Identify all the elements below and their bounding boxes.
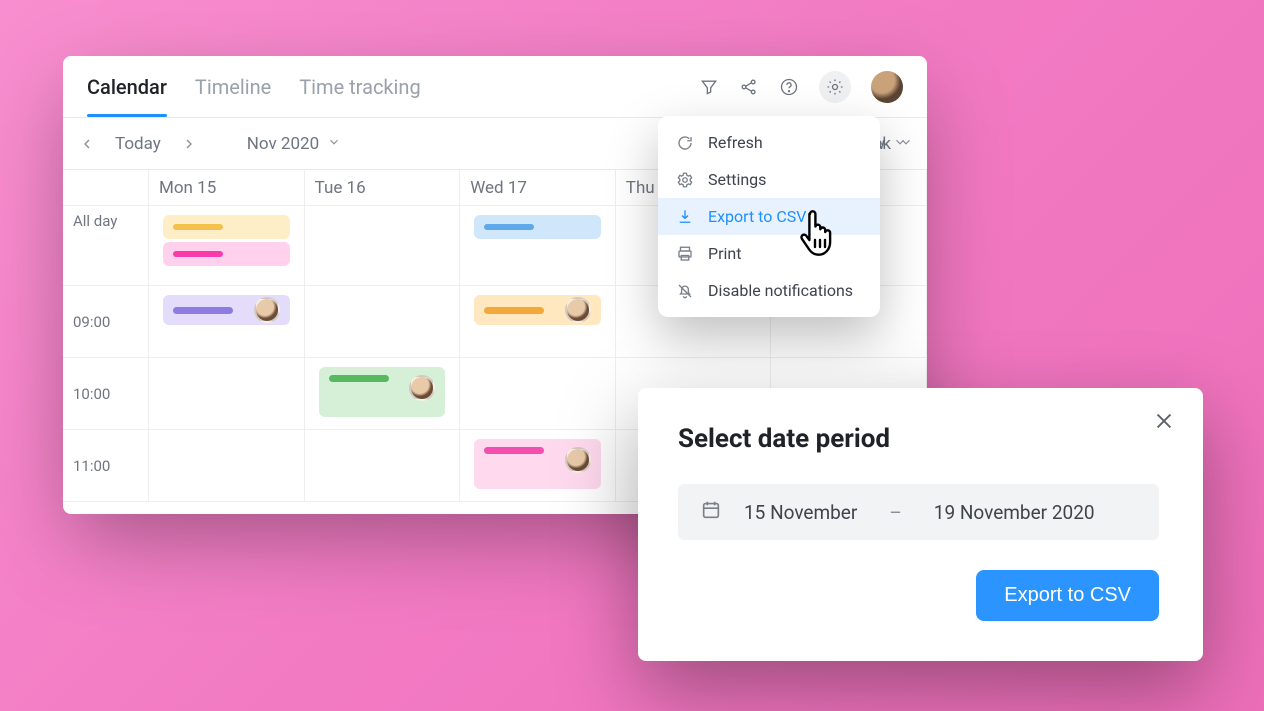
tabs-header: Calendar Timeline Time tracking xyxy=(63,56,927,118)
event-09-purple[interactable] xyxy=(163,295,290,325)
menu-settings-label: Settings xyxy=(708,170,766,189)
menu-print-label: Print xyxy=(708,244,741,263)
bell-off-icon xyxy=(676,282,694,300)
row-11-label: 11:00 xyxy=(63,430,149,502)
menu-settings[interactable]: Settings xyxy=(658,161,880,198)
event-avatar xyxy=(409,375,435,401)
modal-title: Select date period xyxy=(678,424,1159,454)
user-avatar[interactable] xyxy=(871,71,903,103)
slot-11-wed[interactable] xyxy=(460,430,616,502)
close-icon[interactable] xyxy=(1153,410,1181,438)
slot-09-wed[interactable] xyxy=(460,286,616,358)
slot-10-mon[interactable] xyxy=(149,358,305,430)
date-from: 15 November xyxy=(744,501,857,524)
event-09-orange[interactable] xyxy=(474,295,601,325)
tabs: Calendar Timeline Time tracking xyxy=(87,57,421,117)
slot-09-tue[interactable] xyxy=(305,286,461,358)
slot-10-tue[interactable] xyxy=(305,358,461,430)
gear-icon[interactable] xyxy=(819,71,851,103)
export-modal: Select date period 15 November – 19 Nove… xyxy=(638,388,1203,661)
tab-calendar[interactable]: Calendar xyxy=(87,57,167,117)
event-allday-blue[interactable] xyxy=(474,215,601,239)
menu-disable-notifs-label: Disable notifications xyxy=(708,281,853,300)
month-picker[interactable]: Nov 2020 xyxy=(247,134,341,154)
day-header-tue: Tue 16 xyxy=(305,170,461,206)
modal-actions: Export to CSV xyxy=(678,570,1159,621)
gear-icon xyxy=(676,171,694,189)
event-allday-yellow[interactable] xyxy=(163,215,290,239)
chevron-down-icon xyxy=(327,134,341,154)
prev-icon[interactable] xyxy=(77,134,97,154)
month-label: Nov 2020 xyxy=(247,134,319,154)
tab-timeline[interactable]: Timeline xyxy=(195,57,271,117)
row-09-label: 09:00 xyxy=(63,286,149,358)
tab-time-tracking[interactable]: Time tracking xyxy=(299,57,420,117)
export-csv-button[interactable]: Export to CSV xyxy=(976,570,1159,621)
day-header-mon: Mon 15 xyxy=(149,170,305,206)
event-10-green[interactable] xyxy=(319,367,446,417)
share-icon[interactable] xyxy=(739,77,759,97)
download-icon xyxy=(676,208,694,226)
day-header-wed: Wed 17 xyxy=(460,170,616,206)
menu-disable-notifications[interactable]: Disable notifications xyxy=(658,272,880,309)
allday-wed[interactable] xyxy=(460,206,616,286)
print-icon xyxy=(676,245,694,263)
event-avatar xyxy=(565,447,591,473)
menu-print[interactable]: Print xyxy=(658,235,880,272)
slot-11-tue[interactable] xyxy=(305,430,461,502)
allday-tue[interactable] xyxy=(305,206,461,286)
refresh-icon xyxy=(676,134,694,152)
chevron-down-icon xyxy=(893,134,907,154)
slot-09-mon[interactable] xyxy=(149,286,305,358)
calendar-icon xyxy=(700,499,722,526)
event-avatar xyxy=(254,297,280,323)
slot-11-mon[interactable] xyxy=(149,430,305,502)
event-avatar xyxy=(565,297,591,323)
row-10-label: 10:00 xyxy=(63,358,149,430)
event-allday-magenta[interactable] xyxy=(163,242,290,266)
menu-refresh[interactable]: Refresh xyxy=(658,124,880,161)
menu-refresh-label: Refresh xyxy=(708,133,763,152)
grid-corner xyxy=(63,170,149,206)
cursor-icon xyxy=(796,210,840,258)
header-icons xyxy=(699,71,903,103)
slot-10-wed[interactable] xyxy=(460,358,616,430)
filter-icon[interactable] xyxy=(699,77,719,97)
date-range-field[interactable]: 15 November – 19 November 2020 xyxy=(678,484,1159,540)
event-11-pink[interactable] xyxy=(474,439,601,489)
menu-export-csv[interactable]: Export to CSV xyxy=(658,198,880,235)
row-allday-label: All day xyxy=(63,206,149,286)
menu-export-label: Export to CSV xyxy=(708,207,806,226)
allday-mon[interactable] xyxy=(149,206,305,286)
date-separator: – xyxy=(889,501,901,524)
today-button[interactable]: Today xyxy=(115,134,161,154)
next-icon[interactable] xyxy=(179,134,199,154)
settings-menu: Refresh Settings Export to CSV Print Dis… xyxy=(658,116,880,317)
help-icon[interactable] xyxy=(779,77,799,97)
date-to: 19 November 2020 xyxy=(934,501,1095,524)
